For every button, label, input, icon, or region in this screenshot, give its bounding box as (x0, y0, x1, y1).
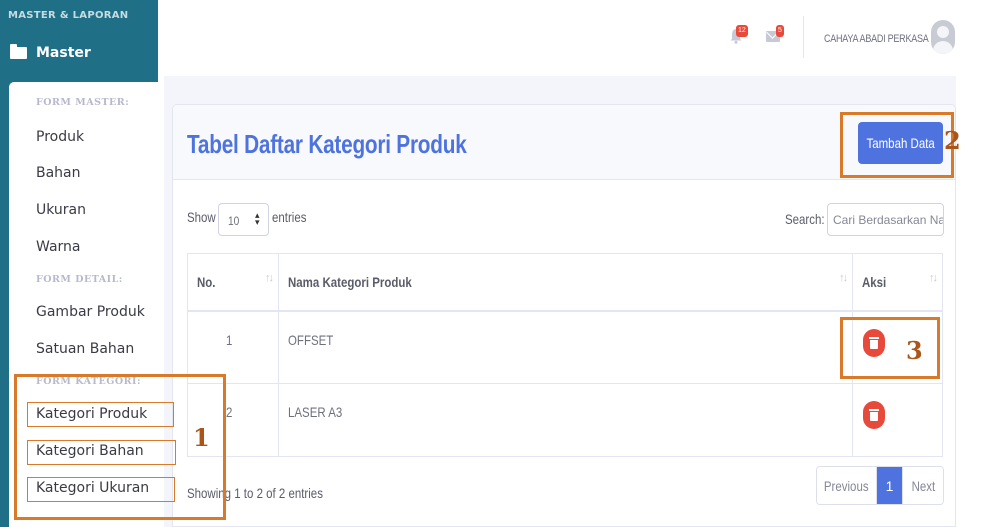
cell-name: OFFSET (277, 310, 854, 384)
column-header-aksi-label: Aksi (862, 274, 887, 290)
messages-count-badge: 5 (776, 25, 784, 37)
page: MASTER & LAPORAN Master FORM MASTER: Pro… (0, 0, 992, 527)
category-name: LASER A3 (287, 404, 343, 420)
cell-name: LASER A3 (277, 383, 854, 457)
submenu-item-satuan-bahan[interactable]: Satuan Bahan (36, 341, 134, 357)
sidebar-item-master[interactable]: Master (10, 44, 91, 61)
highlight-kategori-bahan (27, 440, 176, 465)
cell-aksi (852, 383, 943, 457)
topbar-divider (803, 16, 804, 58)
page-title: Tabel Daftar Kategori Produk (187, 129, 467, 159)
column-header-aksi[interactable]: Aksi ↑↓ (852, 253, 943, 312)
sidebar-item-master-label: Master (36, 45, 91, 61)
pagination-page-1[interactable]: 1 (877, 467, 902, 504)
sidebar-heading: MASTER & LAPORAN (8, 10, 129, 21)
delete-trash-icon[interactable] (863, 401, 886, 429)
submenu-item-warna[interactable]: Warna (36, 239, 81, 255)
form-detail-header: FORM DETAIL: (36, 274, 123, 285)
card-header: Tabel Daftar Kategori Produk Tambah Data (173, 105, 955, 180)
row-number: 2 (226, 404, 233, 420)
annotation-label-3: 3 (906, 336, 923, 365)
column-header-no[interactable]: No. ↑↓ (187, 253, 279, 312)
pagination: Previous 1 Next (816, 466, 944, 505)
search-input[interactable] (827, 203, 944, 236)
annotation-label-2: 2 (944, 126, 961, 155)
table-header-row: No. ↑↓ Nama Kategori Produk ↑↓ Aksi ↑↓ (187, 253, 943, 312)
form-master-header: FORM MASTER: (36, 97, 130, 108)
show-label: Show (187, 209, 216, 225)
category-card: Tabel Daftar Kategori Produk Tambah Data… (172, 104, 956, 527)
pagination-next[interactable]: Next (902, 467, 943, 504)
pagination-page-1-label: 1 (885, 477, 894, 494)
highlight-kategori-produk (27, 402, 174, 427)
search-label: Search: (785, 211, 825, 227)
entries-label: entries (272, 209, 307, 225)
alerts-count-badge: 12 (736, 25, 748, 37)
user-name[interactable]: CAHAYA ABADI PERKASA (824, 33, 929, 45)
column-header-name[interactable]: Nama Kategori Produk ↑↓ (277, 253, 854, 312)
pagination-previous[interactable]: Previous (817, 467, 877, 504)
sort-icon: ↑↓ (929, 272, 938, 284)
avatar[interactable] (931, 20, 955, 54)
submenu-item-ukuran[interactable]: Ukuran (36, 202, 86, 218)
annotation-box-2 (840, 112, 954, 178)
highlight-kategori-ukuran (27, 477, 175, 502)
category-name: OFFSET (287, 331, 334, 348)
submenu-item-gambar-produk[interactable]: Gambar Produk (36, 304, 145, 320)
table-row: 2 LASER A3 (187, 383, 943, 457)
sort-icon: ↑↓ (839, 272, 848, 284)
column-header-no-label: No. (197, 274, 216, 290)
category-table: No. ↑↓ Nama Kategori Produk ↑↓ Aksi ↑↓ 1 OF… (187, 253, 943, 457)
pagination-next-label: Next (911, 477, 935, 494)
annotation-label-1: 1 (193, 423, 210, 452)
submenu-item-bahan[interactable]: Bahan (36, 165, 81, 181)
row-number: 1 (226, 331, 233, 348)
pagination-previous-label: Previous (824, 477, 869, 494)
annotation-box-3 (840, 317, 940, 379)
submenu-item-produk[interactable]: Produk (36, 129, 84, 145)
table-row: 1 OFFSET (187, 310, 943, 384)
select-arrows-icon: ▴ ▾ (255, 210, 260, 227)
entries-select[interactable]: 10 ▴ ▾ (218, 203, 269, 236)
cell-no: 1 (187, 310, 279, 384)
sort-icon: ↑↓ (264, 272, 274, 284)
entries-select-value: 10 (228, 214, 240, 228)
column-header-name-label: Nama Kategori Produk (287, 274, 412, 290)
folder-icon (10, 44, 27, 59)
